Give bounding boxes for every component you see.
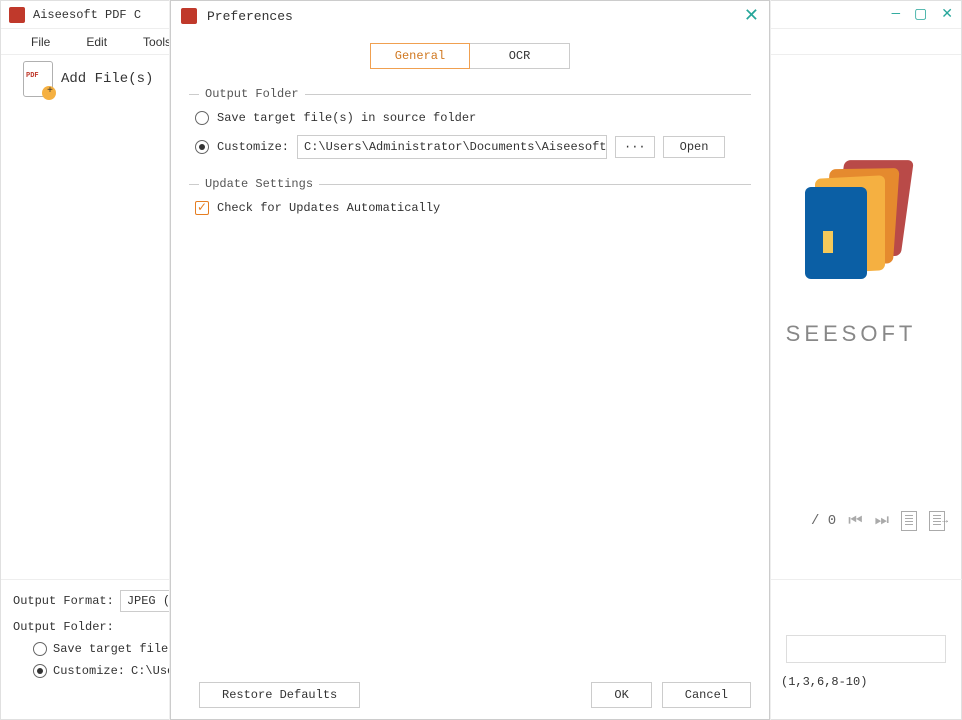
- check-updates-checkbox[interactable]: [195, 201, 209, 215]
- preview-controls: / 0 ⏮ ⏭: [811, 511, 945, 531]
- output-folder-legend-text: Output Folder: [205, 87, 299, 101]
- preferences-dialog: Preferences ✕ General OCR Output Folder …: [170, 0, 770, 720]
- bottom-save-source-radio[interactable]: [33, 642, 47, 656]
- bottom-customize-radio[interactable]: [33, 664, 47, 678]
- add-files-label: Add File(s): [61, 71, 153, 87]
- maximize-button[interactable]: ▢: [914, 6, 927, 23]
- preview-area: SEESOFT: [756, 151, 946, 347]
- logo-text: SEESOFT: [756, 321, 946, 347]
- pdf-add-icon: +: [23, 61, 53, 97]
- update-settings-legend-text: Update Settings: [205, 177, 313, 191]
- fit-page-icon[interactable]: [901, 511, 917, 531]
- restore-defaults-button[interactable]: Restore Defaults: [199, 682, 360, 708]
- tab-general[interactable]: General: [370, 43, 470, 69]
- update-settings-fieldset: Update Settings Check for Updates Automa…: [189, 177, 751, 215]
- check-updates-label: Check for Updates Automatically: [217, 201, 440, 215]
- preferences-body: General OCR Output Folder Save target fi…: [171, 31, 769, 245]
- next-page-icon[interactable]: ⏭: [875, 512, 889, 530]
- preferences-app-icon: [181, 8, 197, 24]
- add-files-button[interactable]: + Add File(s): [11, 55, 165, 103]
- bottom-save-source-label: Save target file(: [53, 642, 175, 656]
- page-total: / 0: [811, 513, 836, 529]
- menu-edit[interactable]: Edit: [86, 35, 107, 49]
- preferences-titlebar: Preferences ✕: [171, 1, 769, 31]
- prev-page-icon[interactable]: ⏮: [848, 512, 862, 530]
- browse-button[interactable]: ···: [615, 136, 655, 158]
- cancel-button[interactable]: Cancel: [662, 682, 751, 708]
- bottom-customize-label: Customize:: [53, 664, 125, 678]
- ok-button[interactable]: OK: [591, 682, 651, 708]
- preferences-close-button[interactable]: ✕: [744, 5, 759, 27]
- preferences-footer: Restore Defaults OK Cancel: [171, 671, 769, 719]
- close-button[interactable]: ✕: [941, 6, 953, 23]
- save-in-source-label: Save target file(s) in source folder: [217, 111, 476, 125]
- save-in-source-radio[interactable]: [195, 111, 209, 125]
- window-controls: — ▢ ✕: [892, 6, 953, 23]
- menu-tools[interactable]: Tools: [143, 35, 171, 49]
- page-range-hint: (1,3,6,8-10): [781, 675, 867, 689]
- output-folder-fieldset: Output Folder Save target file(s) in sou…: [189, 87, 751, 159]
- update-settings-legend: Update Settings: [189, 177, 751, 191]
- aiseesoft-logo: [771, 151, 931, 301]
- customize-path-input[interactable]: C:\Users\Administrator\Documents\Aiseeso…: [297, 135, 607, 159]
- customize-radio[interactable]: [195, 140, 209, 154]
- app-icon: [9, 7, 25, 23]
- page-range-input-border: [786, 635, 946, 663]
- customize-label: Customize:: [217, 140, 289, 154]
- open-folder-button[interactable]: Open: [663, 136, 726, 158]
- minimize-button[interactable]: —: [892, 6, 900, 23]
- bottom-customize-path: C:\Use: [131, 664, 174, 678]
- menu-file[interactable]: File: [31, 35, 50, 49]
- preferences-title: Preferences: [207, 9, 744, 24]
- output-folder-label: Output Folder:: [13, 620, 114, 634]
- output-format-label: Output Format:: [13, 594, 114, 608]
- tab-ocr[interactable]: OCR: [470, 43, 570, 69]
- preferences-tabs: General OCR: [189, 43, 751, 69]
- export-page-icon[interactable]: [929, 511, 945, 531]
- output-folder-legend: Output Folder: [189, 87, 751, 101]
